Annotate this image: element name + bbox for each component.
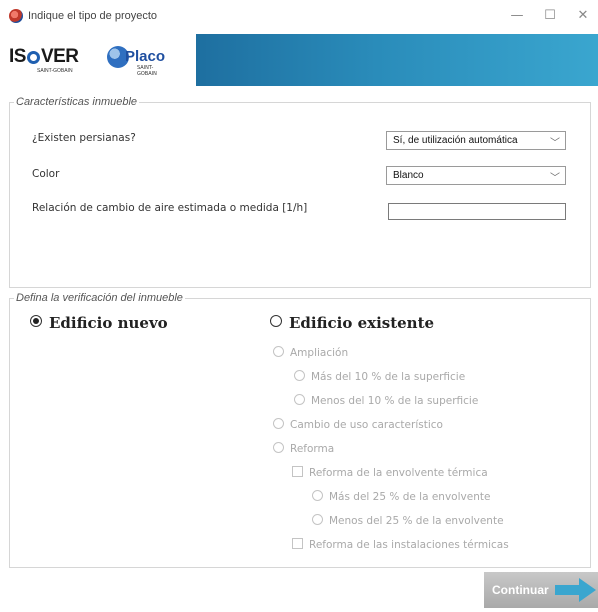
reforma-instalaciones-label: Reforma de las instalaciones térmicas bbox=[309, 539, 509, 551]
chevron-down-icon: ﹀ bbox=[550, 173, 560, 184]
isover-sub: SAINT-GOBAIN bbox=[37, 68, 73, 74]
ampliacion-radio: Ampliación bbox=[273, 346, 348, 359]
close-button[interactable]: ✕ bbox=[568, 6, 598, 26]
persianas-value: Sí, de utilización automática bbox=[393, 135, 518, 146]
continue-label: Continuar bbox=[492, 583, 549, 597]
header: IS VER SAINT-GOBAIN Placo SAINT-GOBAIN bbox=[0, 34, 598, 86]
radio-icon bbox=[294, 394, 305, 405]
mas25-label: Más del 25 % de la envolvente bbox=[329, 491, 491, 503]
minimize-button[interactable]: — bbox=[502, 6, 532, 26]
mas10-label: Más del 10 % de la superficie bbox=[311, 371, 466, 383]
menos25-radio: Menos del 25 % de la envolvente bbox=[312, 514, 504, 527]
color-value: Blanco bbox=[393, 170, 424, 181]
persianas-label: ¿Existen persianas? bbox=[32, 132, 136, 144]
checkbox-icon bbox=[292, 466, 303, 477]
radio-icon bbox=[273, 442, 284, 453]
mas10-radio: Más del 10 % de la superficie bbox=[294, 370, 465, 383]
caracteristicas-legend: Características inmueble bbox=[14, 96, 140, 108]
edificio-nuevo-radio[interactable]: Edificio nuevo bbox=[30, 314, 168, 332]
radio-selected-icon bbox=[30, 315, 42, 327]
menos25-label: Menos del 25 % de la envolvente bbox=[329, 515, 504, 527]
reforma-envolvente-checkbox: Reforma de la envolvente térmica bbox=[292, 466, 488, 479]
cambio-uso-radio: Cambio de uso característico bbox=[273, 418, 443, 431]
color-select[interactable]: Blanco ﹀ bbox=[386, 166, 566, 185]
placo-sub: SAINT-GOBAIN bbox=[137, 65, 157, 77]
edificio-nuevo-label: Edificio nuevo bbox=[49, 314, 168, 332]
verificacion-group bbox=[9, 298, 591, 568]
checkbox-icon bbox=[292, 538, 303, 549]
radio-unselected-icon bbox=[270, 315, 282, 327]
color-label: Color bbox=[32, 168, 60, 180]
ampliacion-label: Ampliación bbox=[290, 347, 349, 359]
radio-icon bbox=[273, 346, 284, 357]
placo-text: Placo bbox=[125, 48, 166, 65]
aire-input[interactable] bbox=[388, 203, 566, 220]
mas25-radio: Más del 25 % de la envolvente bbox=[312, 490, 490, 503]
maximize-button[interactable]: ☐ bbox=[535, 6, 565, 26]
isover-logo: IS VER SAINT-GOBAIN bbox=[9, 46, 79, 74]
radio-icon bbox=[273, 418, 284, 429]
placo-logo: Placo SAINT-GOBAIN bbox=[107, 44, 169, 77]
reforma-instalaciones-checkbox: Reforma de las instalaciones térmicas bbox=[292, 538, 509, 551]
caracteristicas-group bbox=[9, 102, 591, 288]
radio-icon bbox=[294, 370, 305, 381]
verificacion-legend: Defina la verificación del inmueble bbox=[14, 292, 185, 304]
persianas-select[interactable]: Sí, de utilización automática ﹀ bbox=[386, 131, 566, 150]
edificio-existente-label: Edificio existente bbox=[289, 314, 435, 332]
reforma-label: Reforma bbox=[290, 443, 335, 455]
cambio-uso-label: Cambio de uso característico bbox=[290, 419, 443, 431]
continue-button[interactable]: Continuar bbox=[484, 572, 598, 608]
menos10-radio: Menos del 10 % de la superficie bbox=[294, 394, 478, 407]
aire-label: Relación de cambio de aire estimada o me… bbox=[32, 202, 308, 214]
header-band bbox=[196, 34, 598, 86]
reforma-radio: Reforma bbox=[273, 442, 334, 455]
title-bar: Indique el tipo de proyecto — ☐ ✕ bbox=[0, 0, 598, 34]
edificio-existente-radio[interactable]: Edificio existente bbox=[270, 314, 434, 332]
arrow-right-icon bbox=[555, 578, 596, 602]
window-title: Indique el tipo de proyecto bbox=[28, 10, 158, 22]
chevron-down-icon: ﹀ bbox=[550, 138, 560, 149]
radio-icon bbox=[312, 490, 323, 501]
radio-icon bbox=[312, 514, 323, 525]
reforma-envolvente-label: Reforma de la envolvente térmica bbox=[309, 467, 488, 479]
menos10-label: Menos del 10 % de la superficie bbox=[311, 395, 479, 407]
app-icon bbox=[9, 9, 23, 23]
isover-o-icon bbox=[26, 51, 40, 64]
